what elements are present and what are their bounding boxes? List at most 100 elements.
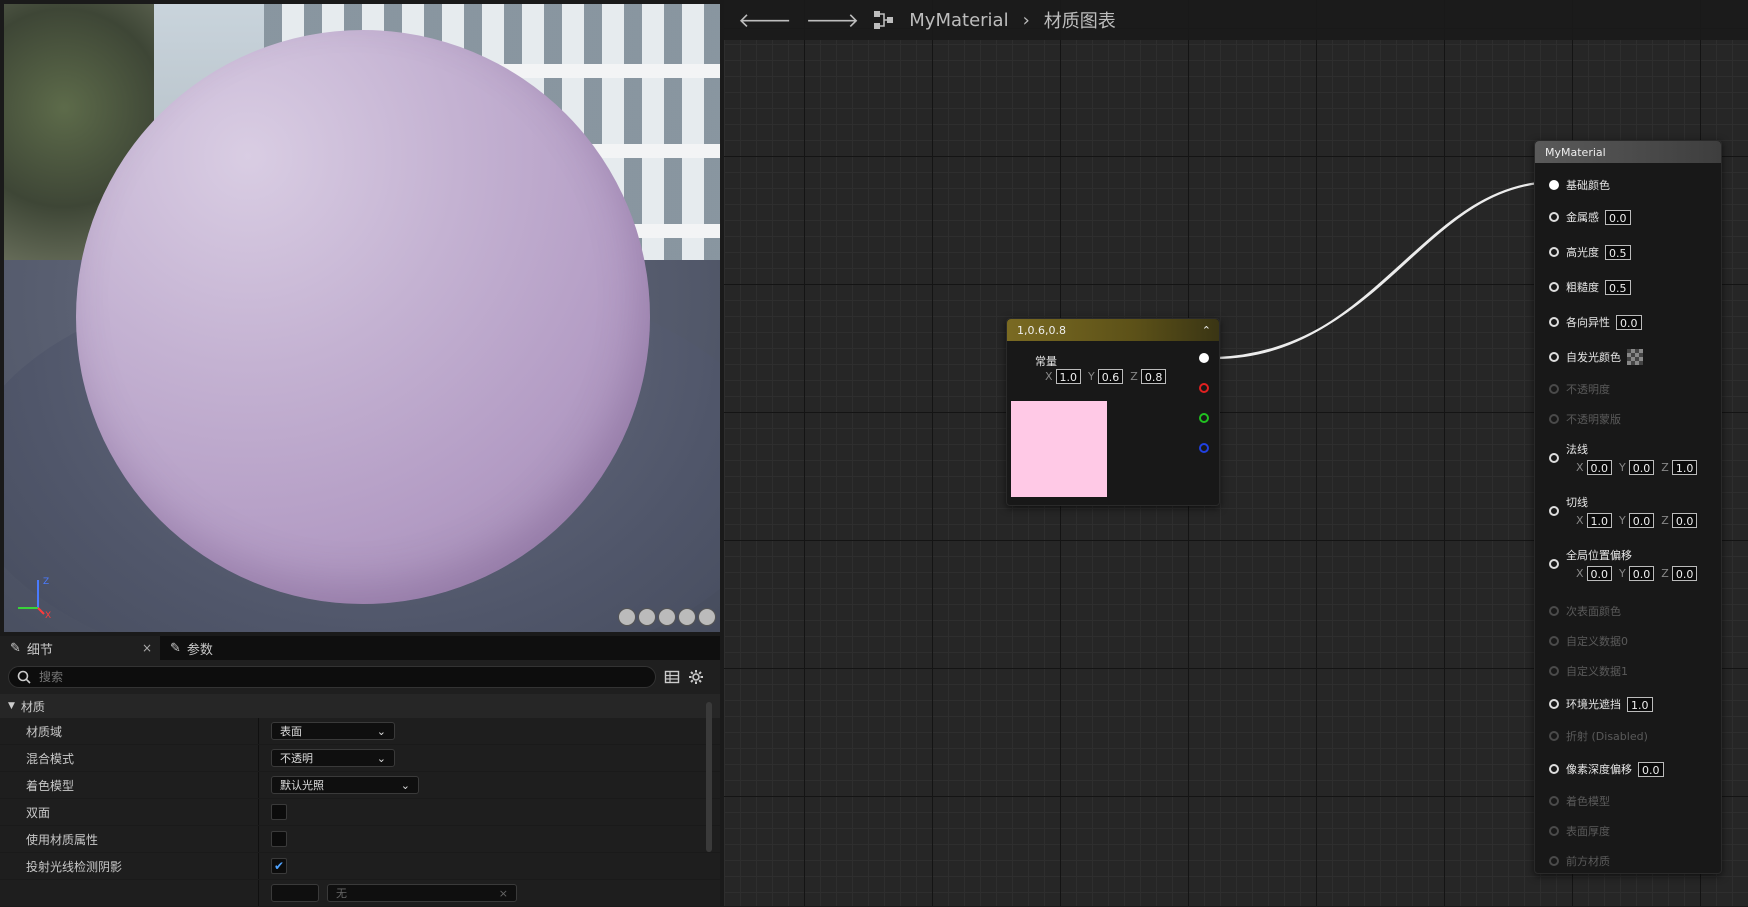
input-pin[interactable] [1549, 352, 1559, 362]
plane-preview-icon[interactable] [658, 608, 676, 626]
material-input-row[interactable]: 像素深度偏移 0.0 [1549, 761, 1664, 777]
two-sided-checkbox[interactable] [271, 804, 287, 820]
constant-z-input[interactable]: 0.8 [1140, 369, 1167, 384]
input-x-field[interactable]: 0.0 [1586, 460, 1613, 475]
input-y-field[interactable]: 0.0 [1628, 460, 1655, 475]
blend-mode-dropdown[interactable]: 不透明 ⌄ [271, 749, 395, 767]
material-input-row[interactable]: 金属感 0.0 [1549, 209, 1631, 225]
green-output-pin[interactable] [1199, 413, 1209, 423]
material-input-row[interactable]: 粗糙度 0.5 [1549, 279, 1631, 295]
checker-swatch-icon[interactable] [1627, 349, 1643, 365]
input-pin[interactable] [1549, 317, 1559, 327]
material-input-row[interactable]: 高光度 0.5 [1549, 244, 1631, 260]
input-pin[interactable] [1549, 559, 1559, 569]
cylinder-preview-icon[interactable] [618, 608, 636, 626]
material-preview-viewport[interactable]: Z X [4, 4, 720, 632]
material-input-row[interactable]: 不透明蒙版 [1549, 411, 1621, 427]
input-pin[interactable] [1549, 453, 1559, 463]
teapot-preview-icon[interactable] [698, 608, 716, 626]
material-graph-canvas[interactable]: 🡐 🡒 MyMaterial › 材质图表 1,0.6,0.8 ⌃ 常量 X 1… [724, 0, 1748, 906]
material-section-header[interactable]: ▼ 材质 [0, 694, 720, 718]
constant-x-input[interactable]: 1.0 [1055, 369, 1082, 384]
input-pin[interactable] [1549, 826, 1559, 836]
blue-output-pin[interactable] [1199, 443, 1209, 453]
input-value-field[interactable]: 0.0 [1605, 209, 1631, 225]
grid-view-icon[interactable] [664, 669, 680, 685]
close-tab-icon[interactable]: × [142, 641, 152, 655]
input-value-field[interactable]: 0.0 [1638, 761, 1664, 777]
gear-icon[interactable] [688, 669, 704, 685]
material-input-row[interactable]: 基础颜色 [1549, 177, 1610, 193]
cast-ray-traced-shadows-checkbox[interactable]: ✔ [271, 858, 287, 874]
material-input-row[interactable]: 法线 X 0.0 Y 0.0 Z 1.0 [1549, 441, 1698, 475]
input-value-field[interactable]: 0.5 [1605, 244, 1631, 260]
input-y-field[interactable]: 0.0 [1628, 513, 1655, 528]
prop-label: 混合模式 [26, 751, 75, 766]
material-input-row[interactable]: 全局位置偏移 X 0.0 Y 0.0 Z 0.0 [1549, 547, 1698, 581]
material-input-row[interactable]: 自发光颜色 [1549, 349, 1643, 365]
input-pin[interactable] [1549, 636, 1559, 646]
asset-picker-dropdown[interactable]: 无 × [327, 884, 517, 902]
input-z-field[interactable]: 0.0 [1671, 513, 1698, 528]
input-content: 自发光颜色 [1566, 349, 1643, 365]
input-pin[interactable] [1549, 666, 1559, 676]
material-node-header[interactable]: MyMaterial [1535, 141, 1721, 163]
material-input-row[interactable]: 各向异性 0.0 [1549, 314, 1642, 330]
red-output-pin[interactable] [1199, 383, 1209, 393]
input-pin[interactable] [1549, 856, 1559, 866]
input-y-field[interactable]: 0.0 [1628, 566, 1655, 581]
material-input-row[interactable]: 环境光遮挡 1.0 [1549, 696, 1653, 712]
material-input-row[interactable]: 不透明度 [1549, 381, 1610, 397]
material-input-row[interactable]: 次表面颜色 [1549, 603, 1621, 619]
input-value-field[interactable]: 0.0 [1616, 314, 1642, 330]
cube-preview-icon[interactable] [678, 608, 696, 626]
input-pin[interactable] [1549, 699, 1559, 709]
tab-parameters[interactable]: ✎ 参数 [160, 636, 223, 660]
input-pin[interactable] [1549, 212, 1559, 222]
tab-details[interactable]: ✎ 细节 × [0, 636, 160, 660]
details-scrollbar[interactable] [706, 702, 712, 852]
input-pin[interactable] [1549, 506, 1559, 516]
material-domain-dropdown[interactable]: 表面 ⌄ [271, 722, 395, 740]
input-x-field[interactable]: 1.0 [1586, 513, 1613, 528]
prop-label: 双面 [26, 805, 51, 820]
details-search-input[interactable] [37, 669, 601, 685]
input-label: 环境光遮挡 [1566, 698, 1621, 711]
input-xyz-fields: X 0.0 Y 0.0 Z 1.0 [1576, 460, 1698, 475]
input-xyz-fields: X 0.0 Y 0.0 Z 0.0 [1576, 566, 1698, 581]
input-label: 自定义数据1 [1566, 665, 1628, 678]
input-pin[interactable] [1549, 282, 1559, 292]
input-z-field[interactable]: 1.0 [1671, 460, 1698, 475]
material-input-row[interactable]: 自定义数据1 [1549, 663, 1628, 679]
material-input-row[interactable]: 自定义数据0 [1549, 633, 1628, 649]
input-x-field[interactable]: 0.0 [1586, 566, 1613, 581]
input-pin[interactable] [1549, 384, 1559, 394]
shading-model-dropdown[interactable]: 默认光照 ⌄ [271, 776, 419, 794]
use-material-attributes-checkbox[interactable] [271, 831, 287, 847]
details-search-box[interactable] [8, 666, 656, 688]
input-pin[interactable] [1549, 414, 1559, 424]
rgb-output-pin[interactable] [1199, 353, 1209, 363]
details-tabbar: ✎ 细节 × ✎ 参数 [0, 636, 720, 660]
input-pin[interactable] [1549, 247, 1559, 257]
input-pin[interactable] [1549, 731, 1559, 741]
input-pin[interactable] [1549, 180, 1559, 190]
partial-input[interactable] [271, 884, 319, 902]
input-z-field[interactable]: 0.0 [1671, 566, 1698, 581]
input-pin[interactable] [1549, 606, 1559, 616]
material-input-row[interactable]: 前方材质 [1549, 853, 1610, 869]
collapse-arrow-icon[interactable]: ⌃ [1202, 324, 1211, 337]
material-input-row[interactable]: 折射 (Disabled) [1549, 728, 1648, 744]
constant-y-input[interactable]: 0.6 [1097, 369, 1124, 384]
material-result-node[interactable]: MyMaterial 基础颜色金属感 0.0 高光度 0.5 粗糙度 0.5 各向异性 0.0… [1534, 140, 1722, 874]
sphere-preview-icon[interactable] [638, 608, 656, 626]
material-input-row[interactable]: 着色模型 [1549, 793, 1610, 809]
input-pin[interactable] [1549, 764, 1559, 774]
input-value-field[interactable]: 1.0 [1627, 696, 1653, 712]
input-value-field[interactable]: 0.5 [1605, 279, 1631, 295]
constant-node-header[interactable]: 1,0.6,0.8 ⌃ [1007, 319, 1219, 341]
material-input-row[interactable]: 切线 X 1.0 Y 0.0 Z 0.0 [1549, 494, 1698, 528]
input-pin[interactable] [1549, 796, 1559, 806]
constant3vector-node[interactable]: 1,0.6,0.8 ⌃ 常量 X 1.0 Y 0.6 Z 0.8 [1006, 318, 1220, 506]
material-input-row[interactable]: 表面厚度 [1549, 823, 1610, 839]
